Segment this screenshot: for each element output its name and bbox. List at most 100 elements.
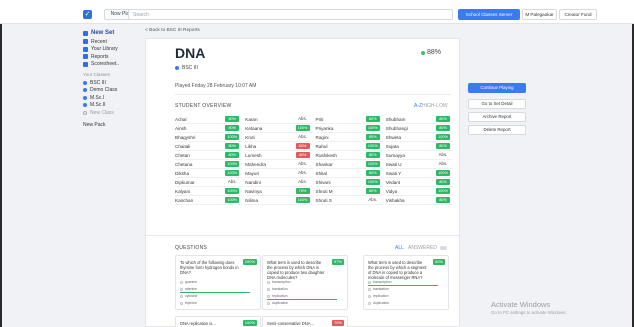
question-card[interactable]: Semi-conservative DNA... 75%	[262, 316, 348, 327]
question-card[interactable]: What term is used to describe the proces…	[363, 255, 449, 310]
student-cell[interactable]: Priti 80%	[315, 115, 383, 124]
student-cell[interactable]: Karan Abs.	[245, 115, 313, 124]
student-cell[interactable]: Sujata 80%	[385, 142, 453, 151]
student-cell[interactable]: Chetana 100%	[175, 160, 243, 169]
question-text: What term is used to describe the proces…	[368, 260, 427, 280]
check-icon[interactable]: ✓	[83, 10, 92, 19]
sidebar-class-bsc-iii[interactable]: BSC III	[83, 79, 143, 87]
student-cell[interactable]: Vishakha 80%	[385, 196, 453, 205]
divider	[146, 235, 461, 236]
student-score-badge: 80%	[436, 116, 450, 122]
student-cell[interactable]: Sumayya Abs.	[385, 151, 453, 160]
answer-option: adenine	[180, 287, 250, 293]
student-score-badge: 100%	[365, 179, 380, 185]
sidebar-item-label: Reports	[91, 53, 109, 60]
search-input[interactable]	[128, 9, 453, 20]
student-cell[interactable]: Ainsh 80%	[175, 124, 243, 133]
student-cell[interactable]: Swati Y 100%	[385, 169, 453, 178]
creator-fund-button[interactable]: Creator Fund	[559, 9, 597, 20]
student-cell[interactable]: Swati U Abs.	[385, 160, 453, 169]
student-name: Shital	[315, 170, 328, 176]
student-cell[interactable]: Achal 80%	[175, 115, 243, 124]
student-cell[interactable]: Shankar 100%	[315, 160, 383, 169]
student-cell[interactable]: Bhagyshri 100%	[175, 133, 243, 142]
student-score-badge: 75%	[295, 188, 310, 194]
questions-toggle[interactable]	[440, 246, 447, 250]
new-pack-button[interactable]: New Pack	[83, 122, 143, 128]
student-cell[interactable]: Lumesh 40%	[245, 151, 313, 160]
student-cell[interactable]: Shruti S Abs.	[315, 196, 383, 205]
student-cell[interactable]: Likha 60%	[245, 142, 313, 151]
new-set-button[interactable]: New Set	[83, 28, 143, 38]
answer-option: replication	[267, 294, 337, 300]
student-cell[interactable]: Diksha 100%	[175, 169, 243, 178]
student-name: Vishakha	[385, 197, 405, 203]
student-cell[interactable]: Shivani 100%	[315, 178, 383, 187]
student-cell[interactable]: Shubham 80%	[385, 115, 453, 124]
questions-filter-answered[interactable]: ANSWERED	[408, 245, 437, 251]
student-cell[interactable]: Shruti M 80%	[315, 187, 383, 196]
student-grid: Achal 80% Karan Abs. Priti 80% Shubham 80% Ainsh…	[175, 115, 453, 205]
student-cell[interactable]: Kanchan 100%	[175, 196, 243, 205]
student-cell[interactable]: Nandini Abs.	[245, 178, 313, 187]
student-score-badge: 100%	[436, 188, 450, 194]
student-name: Priyanka	[315, 125, 334, 131]
answer-option-label: thymine	[185, 301, 197, 305]
student-cell[interactable]: Chetan 80%	[175, 151, 243, 160]
sidebar-item-recent[interactable]: Recent	[83, 38, 143, 46]
student-cell[interactable]: Shubhangi 80%	[385, 124, 453, 133]
student-name: Chetan	[175, 152, 190, 158]
sort-az-toggle[interactable]: A-Z	[414, 103, 422, 109]
sort-high-low-toggle[interactable]: HIGH-LOW	[422, 103, 448, 109]
student-score-badge: 40%	[295, 152, 310, 158]
student-cell[interactable]: Rahul 100%	[315, 142, 383, 151]
breadcrumb[interactable]: < Back to BSC III Reports	[145, 28, 200, 33]
student-score-badge: Abs.	[368, 197, 378, 202]
student-score-badge: 80%	[436, 143, 450, 149]
sidebar-class-msc-ii[interactable]: M.Sc.II	[83, 102, 143, 110]
student-cell[interactable]: Shital 80%	[315, 169, 383, 178]
student-cell[interactable]: Mayuri Abs.	[245, 169, 313, 178]
radio-icon	[267, 287, 270, 291]
answer-option: transcription	[267, 280, 290, 284]
sidebar-class-demo-class[interactable]: Demo Class	[83, 87, 143, 95]
student-score-badge: 80%	[365, 134, 380, 140]
student-cell[interactable]: Nilima 100%	[245, 196, 313, 205]
student-cell[interactable]: Ketaana 100%	[245, 124, 313, 133]
question-card[interactable]: What term is used to describe the proces…	[262, 255, 348, 310]
student-name: Ainsh	[175, 125, 187, 131]
student-cell[interactable]: Kalyani 100%	[175, 187, 243, 196]
student-cell[interactable]: Mahendra Abs.	[245, 160, 313, 169]
student-cell[interactable]: Priyanka 100%	[315, 124, 383, 133]
student-cell[interactable]: Vidya 100%	[385, 187, 453, 196]
continue-playing-button[interactable]: Continue Playing	[468, 83, 526, 93]
student-cell[interactable]: Navinya 75%	[245, 187, 313, 196]
new-class-button[interactable]: New Class	[83, 109, 143, 117]
sidebar-item-your-library[interactable]: Your Library	[83, 46, 143, 54]
watermark-title: Activate Windows	[491, 300, 551, 309]
radio-icon	[368, 294, 371, 298]
archive-report-button[interactable]: Archive Report	[468, 112, 526, 122]
student-cell[interactable]: Shweta 100%	[385, 133, 453, 142]
student-cell[interactable]: Rushikesh 80%	[315, 151, 383, 160]
user-menu-button[interactable]: M Palegaokar	[522, 9, 557, 20]
student-name: Navinya	[245, 188, 262, 194]
radio-icon	[267, 301, 270, 305]
go-to-set-detail-button[interactable]: Go to Set Detail	[468, 99, 526, 109]
question-card[interactable]: DNA replication is... 100%	[175, 316, 261, 327]
sidebar-item-scoresheet[interactable]: Scoresheet..	[83, 61, 143, 69]
student-cell[interactable]: Chaitali 80%	[175, 142, 243, 151]
sidebar-item-reports[interactable]: Reports	[83, 53, 143, 61]
delete-report-button[interactable]: Delete Report	[468, 125, 526, 135]
questions-filter-all[interactable]: ALL	[395, 245, 404, 251]
radio-icon	[368, 287, 371, 291]
student-cell[interactable]: Dipkumar Abs.	[175, 178, 243, 187]
student-cell[interactable]: Kruti Abs.	[245, 133, 313, 142]
question-card[interactable]: To which of the following does thymine f…	[175, 255, 261, 310]
question-text: To which of the following does thymine f…	[180, 260, 239, 275]
sidebar-class-msc-i[interactable]: M.Sc.I	[83, 94, 143, 102]
student-cell[interactable]: Vedant 80%	[385, 178, 453, 187]
answer-option-label: replication	[373, 294, 389, 298]
school-classes-server-button[interactable]: School Classes Server	[458, 9, 520, 20]
student-cell[interactable]: Ragini 80%	[315, 133, 383, 142]
